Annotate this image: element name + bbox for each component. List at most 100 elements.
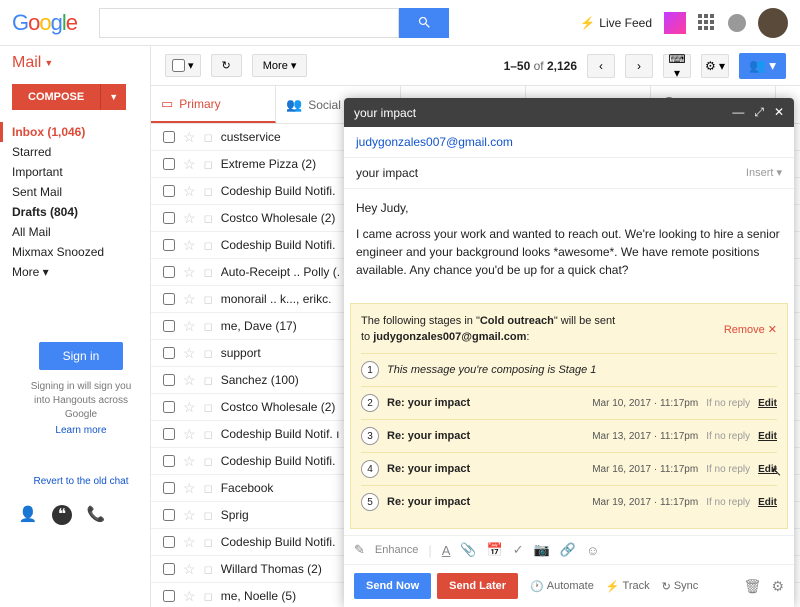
prev-page[interactable]: ‹	[587, 54, 615, 78]
emoji-icon[interactable]: ☺	[586, 543, 599, 558]
important-icon[interactable]: ◻	[204, 347, 213, 360]
apps-icon[interactable]	[698, 14, 716, 32]
important-icon[interactable]: ◻	[204, 239, 213, 252]
expand-icon[interactable]: ⤢	[754, 105, 764, 120]
important-icon[interactable]: ◻	[204, 266, 213, 279]
star-icon[interactable]: ☆	[183, 318, 196, 335]
nav-item[interactable]: Starred	[12, 142, 150, 162]
important-icon[interactable]: ◻	[204, 158, 213, 171]
msg-checkbox[interactable]	[163, 563, 175, 575]
google-logo[interactable]: Google	[12, 10, 77, 36]
avatar[interactable]	[758, 8, 788, 38]
revert-chat-link[interactable]: Revert to the old chat	[12, 476, 150, 487]
msg-checkbox[interactable]	[163, 347, 175, 359]
nav-item[interactable]: Sent Mail	[12, 182, 150, 202]
important-icon[interactable]: ◻	[204, 590, 213, 603]
person-icon[interactable]: 👤	[18, 505, 38, 525]
star-icon[interactable]: ☆	[183, 480, 196, 497]
stage-edit[interactable]: Edit	[758, 398, 777, 409]
important-icon[interactable]: ◻	[204, 185, 213, 198]
msg-checkbox[interactable]	[163, 374, 175, 386]
remove-sequence[interactable]: Remove ✕	[724, 314, 777, 345]
enhance-button[interactable]: Enhance	[375, 544, 418, 556]
calendar-icon[interactable]: 📅	[487, 542, 503, 558]
star-icon[interactable]: ☆	[183, 561, 196, 578]
star-icon[interactable]: ☆	[183, 210, 196, 227]
important-icon[interactable]: ◻	[204, 509, 213, 522]
insert-dropdown[interactable]: Insert ▾	[746, 166, 782, 180]
more-button[interactable]: More ▾	[252, 54, 308, 77]
msg-checkbox[interactable]	[163, 401, 175, 413]
send-later-button[interactable]: Send Later	[437, 573, 518, 599]
important-icon[interactable]: ◻	[204, 131, 213, 144]
stage-edit[interactable]: Edit	[758, 431, 777, 442]
keyboard-icon[interactable]: ⌨ ▾	[663, 54, 691, 78]
subject-field[interactable]: your impact	[356, 166, 418, 180]
link-icon[interactable]: 🔗	[560, 542, 576, 558]
important-icon[interactable]: ◻	[204, 320, 213, 333]
important-icon[interactable]: ◻	[204, 536, 213, 549]
nav-item[interactable]: Drafts (804)	[12, 202, 150, 222]
msg-checkbox[interactable]	[163, 590, 175, 602]
msg-checkbox[interactable]	[163, 482, 175, 494]
important-icon[interactable]: ◻	[204, 455, 213, 468]
attach-icon[interactable]: 📎	[460, 542, 476, 558]
sync-button[interactable]: ↻Sync	[662, 580, 699, 593]
nav-item[interactable]: Important	[12, 162, 150, 182]
hangouts-icon[interactable]: ❝	[52, 505, 72, 525]
tab-primary[interactable]: ▭Primary	[151, 86, 276, 123]
star-icon[interactable]: ☆	[183, 264, 196, 281]
star-icon[interactable]: ☆	[183, 129, 196, 146]
mail-dropdown[interactable]: Mail▼	[12, 54, 150, 72]
search-button[interactable]	[399, 8, 449, 38]
settings-icon[interactable]: ⚙	[771, 578, 784, 595]
important-icon[interactable]: ◻	[204, 374, 213, 387]
track-button[interactable]: ⚡Track	[606, 580, 650, 593]
important-icon[interactable]: ◻	[204, 212, 213, 225]
nav-item[interactable]: Inbox (1,046)	[0, 122, 150, 142]
msg-checkbox[interactable]	[163, 320, 175, 332]
star-icon[interactable]: ☆	[183, 183, 196, 200]
msg-checkbox[interactable]	[163, 158, 175, 170]
compose-dropdown[interactable]: ▼	[100, 84, 126, 110]
phone-icon[interactable]: 📞	[86, 505, 106, 525]
people-toggle[interactable]: 👥 ▾	[739, 53, 786, 79]
star-icon[interactable]: ☆	[183, 291, 196, 308]
msg-checkbox[interactable]	[163, 239, 175, 251]
msg-checkbox[interactable]	[163, 536, 175, 548]
star-icon[interactable]: ☆	[183, 588, 196, 605]
star-icon[interactable]: ☆	[183, 426, 196, 443]
notifications-icon[interactable]	[728, 14, 746, 32]
to-field[interactable]: judygonzales007@gmail.com	[344, 127, 794, 158]
msg-checkbox[interactable]	[163, 212, 175, 224]
msg-checkbox[interactable]	[163, 185, 175, 197]
star-icon[interactable]: ☆	[183, 156, 196, 173]
stage-edit[interactable]: Edit	[758, 464, 777, 475]
signin-button[interactable]: Sign in	[39, 342, 124, 370]
font-button[interactable]: A	[442, 543, 451, 558]
nav-item[interactable]: All Mail	[12, 222, 150, 242]
important-icon[interactable]: ◻	[204, 482, 213, 495]
star-icon[interactable]: ☆	[183, 237, 196, 254]
msg-checkbox[interactable]	[163, 293, 175, 305]
star-icon[interactable]: ☆	[183, 507, 196, 524]
msg-checkbox[interactable]	[163, 428, 175, 440]
star-icon[interactable]: ☆	[183, 372, 196, 389]
mixmax-logo[interactable]	[664, 12, 686, 34]
star-icon[interactable]: ☆	[183, 345, 196, 362]
send-now-button[interactable]: Send Now	[354, 573, 431, 599]
refresh-button[interactable]: ↻	[211, 54, 242, 77]
stage-edit[interactable]: Edit	[758, 497, 777, 508]
msg-checkbox[interactable]	[163, 131, 175, 143]
next-page[interactable]: ›	[625, 54, 653, 78]
compose-button[interactable]: COMPOSE	[12, 84, 100, 110]
search-input[interactable]	[99, 8, 399, 38]
enhance-icon[interactable]: ✎	[354, 542, 365, 558]
compose-body[interactable]: Hey Judy, I came across your work and wa…	[344, 189, 794, 297]
close-icon[interactable]: ✕	[774, 105, 784, 120]
minimize-icon[interactable]: —	[732, 105, 744, 120]
live-feed[interactable]: ⚡Live Feed	[580, 16, 652, 30]
check-icon[interactable]: ✓	[513, 542, 524, 558]
msg-checkbox[interactable]	[163, 266, 175, 278]
select-all-checkbox[interactable]: ▾	[165, 54, 201, 77]
